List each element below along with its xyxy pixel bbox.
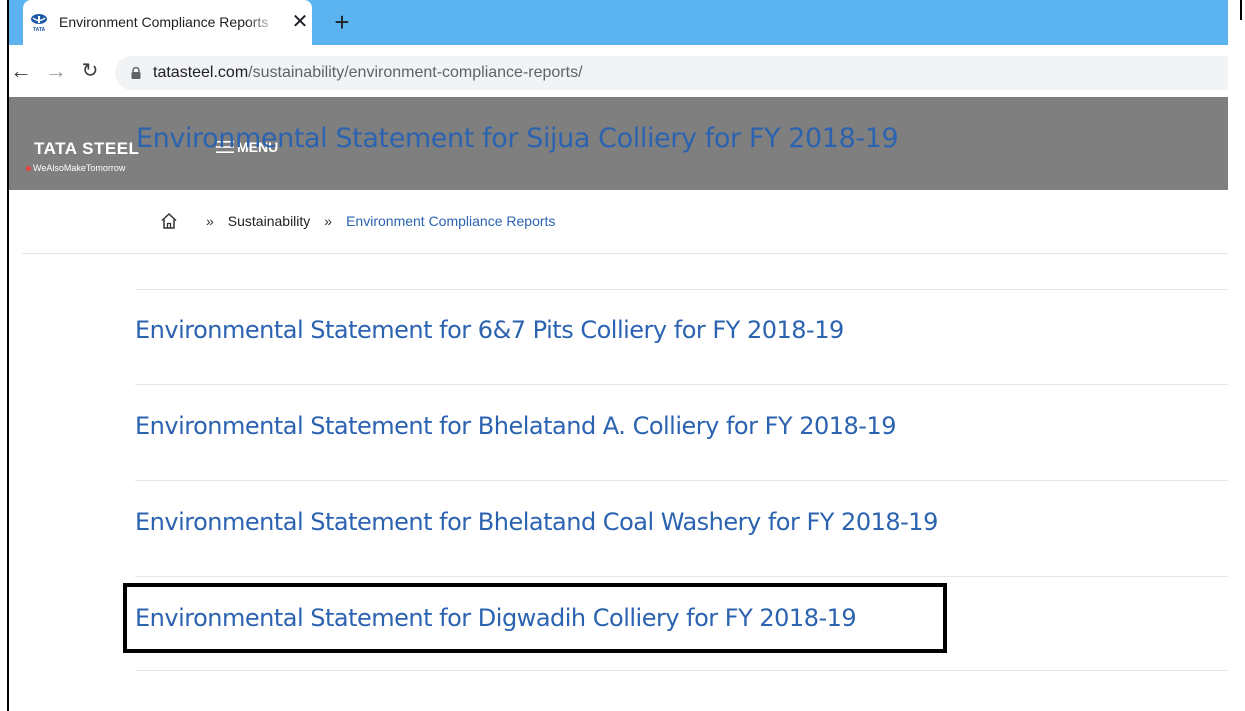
screenshot-frame: TATA Environment Compliance Reports ✕ + … [0, 0, 1245, 711]
highlight-box [123, 583, 947, 653]
row-divider [135, 480, 1228, 481]
row-divider [135, 670, 1228, 671]
row-divider [135, 289, 1228, 290]
report-list: Environmental Statement for 6&7 Pits Col… [0, 0, 1245, 711]
report-link-6-7-pits[interactable]: Environmental Statement for 6&7 Pits Col… [135, 316, 844, 344]
report-link-bhelatand-a[interactable]: Environmental Statement for Bhelatand A.… [135, 412, 896, 440]
row-divider [135, 384, 1228, 385]
report-link-bhelatand-washery[interactable]: Environmental Statement for Bhelatand Co… [135, 508, 938, 536]
row-divider [135, 576, 1228, 577]
